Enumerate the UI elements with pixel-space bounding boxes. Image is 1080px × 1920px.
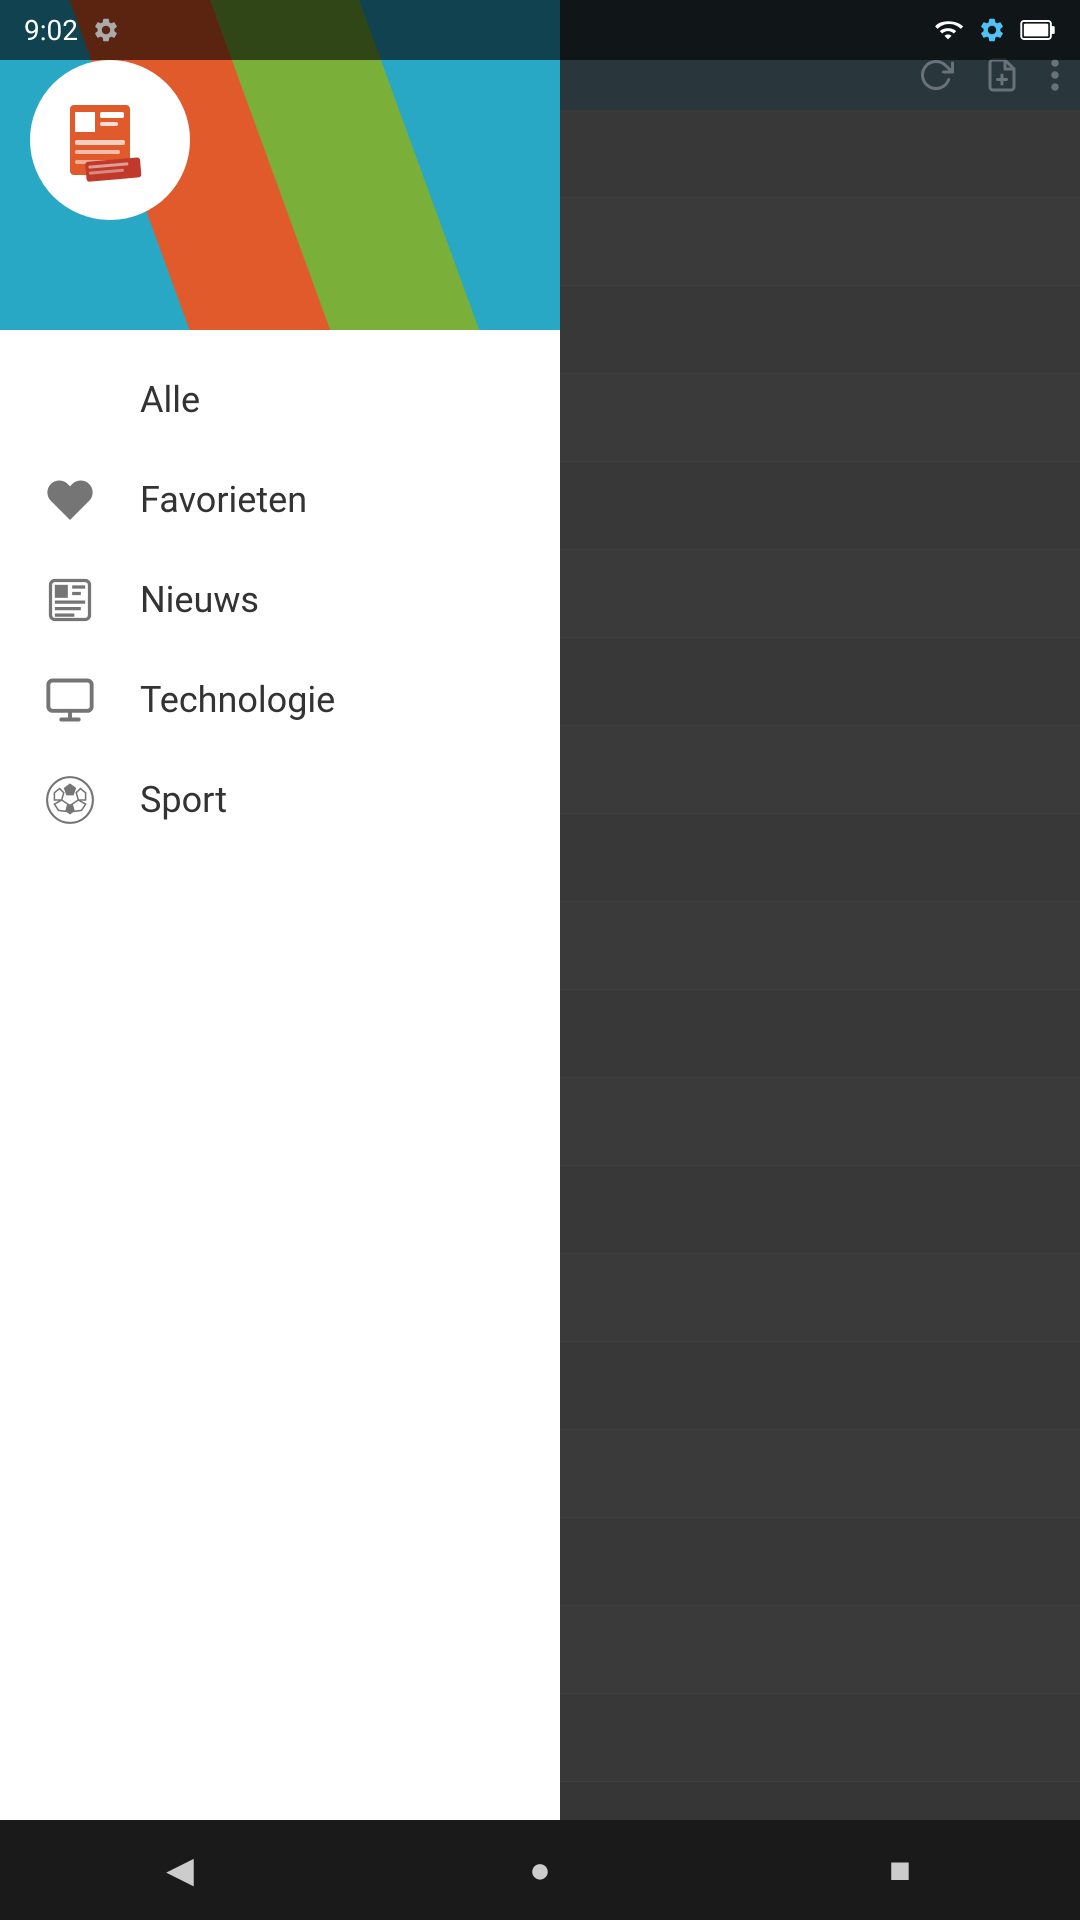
sidebar-item-sport[interactable]: Sport — [0, 750, 560, 850]
sidebar-item-favorieten[interactable]: Favorieten — [0, 450, 560, 550]
wifi-icon — [932, 16, 964, 44]
status-left: 9:02 — [24, 14, 120, 47]
app-logo — [30, 60, 190, 220]
soccer-ball-icon — [40, 770, 100, 830]
monitor-icon — [40, 670, 100, 730]
status-right — [932, 16, 1056, 44]
favorieten-label: Favorieten — [140, 479, 307, 521]
home-button[interactable]: ● — [500, 1840, 580, 1900]
status-time: 9:02 — [24, 14, 78, 47]
navigation-drawer: Alle Favorieten — [0, 0, 560, 1860]
recent-apps-button[interactable]: ■ — [860, 1840, 940, 1900]
alle-label: Alle — [140, 379, 200, 421]
sidebar-item-alle[interactable]: Alle — [0, 350, 560, 450]
technologie-label: Technologie — [140, 679, 335, 721]
settings-status-icon — [92, 16, 120, 44]
bottom-navigation-bar: ◀ ● ■ — [0, 1820, 1080, 1920]
status-bar: 9:02 — [0, 0, 1080, 60]
battery-icon — [1020, 16, 1056, 44]
drawer-overlay[interactable] — [560, 0, 1080, 1920]
back-button[interactable]: ◀ — [140, 1840, 220, 1900]
settings-blue-icon — [978, 16, 1006, 44]
drawer-menu: Alle Favorieten — [0, 330, 560, 1860]
sport-label: Sport — [140, 779, 227, 821]
nieuws-label: Nieuws — [140, 579, 259, 621]
heart-icon — [40, 470, 100, 530]
sidebar-item-technologie[interactable]: Technologie — [0, 650, 560, 750]
sidebar-item-nieuws[interactable]: Nieuws — [0, 550, 560, 650]
logo-icon — [60, 90, 160, 190]
newspaper-icon — [40, 570, 100, 630]
